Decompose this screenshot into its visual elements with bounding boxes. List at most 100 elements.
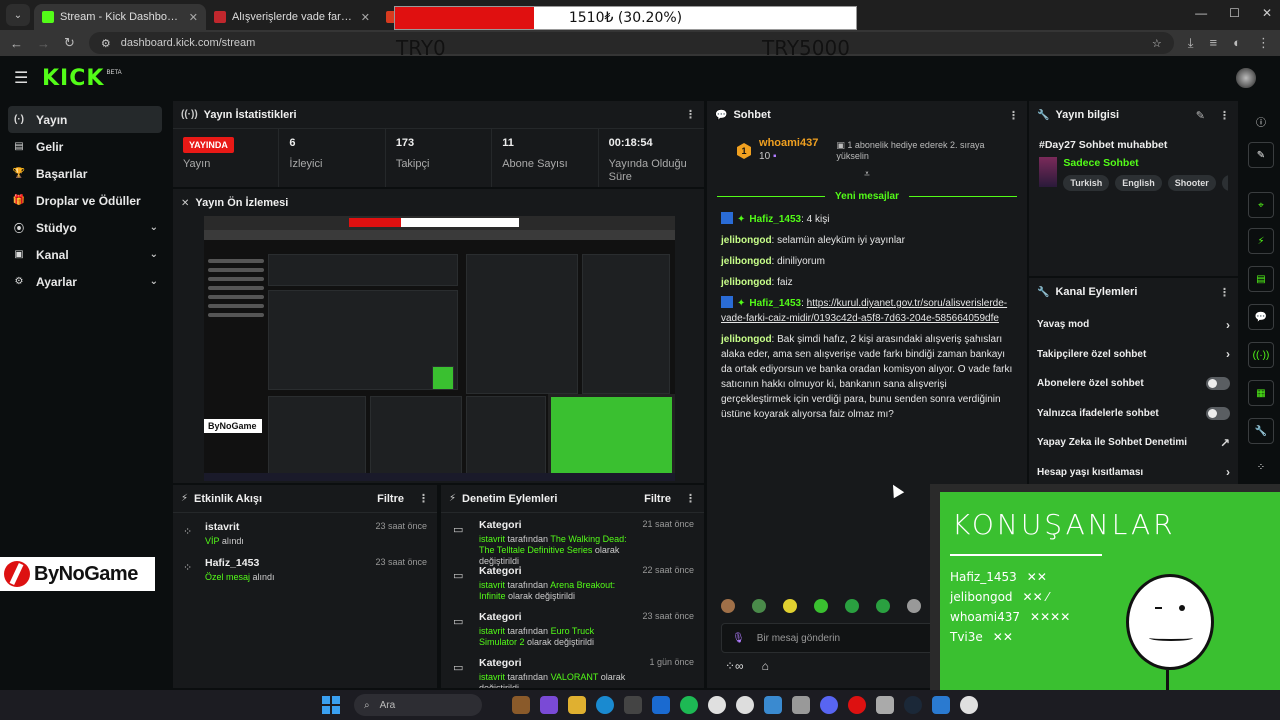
category-name[interactable]: Sadece Sohbet [1063,157,1228,169]
sidebar-item[interactable]: 🎁 Droplar ve Ödüller [8,187,162,214]
sidebar-item[interactable]: ▤ Gelir [8,133,162,160]
layout-icon[interactable]: ▦ [1248,380,1274,406]
reload-icon[interactable]: ↻ [64,35,75,51]
browser-tab[interactable]: Stream - Kick Dashboard ✕ [34,4,206,30]
spotify-icon[interactable] [680,696,698,714]
chat-username[interactable]: Hafiz_1453 [749,298,801,309]
activity-user[interactable]: Hafiz_1453 [205,557,367,569]
info-menu-icon[interactable]: ⋮ [1219,109,1230,122]
app-icon[interactable] [512,696,530,714]
app-icon[interactable] [876,696,894,714]
target-icon[interactable]: ⌖ [1248,192,1274,218]
document-icon[interactable]: ▤ [1248,266,1274,292]
chevron-right-icon[interactable]: › [1226,465,1230,479]
chat-bubble-icon[interactable]: 💬 [1248,304,1274,330]
channel-action-item[interactable]: Yalnızca ifadelerle sohbet [1029,399,1238,429]
emote-icon[interactable] [907,599,921,613]
opera-icon[interactable] [848,696,866,714]
sidebar-item[interactable]: ⚙ Ayarlar ⌄ [8,268,162,295]
broadcast-icon[interactable]: ((·)) [1248,342,1274,368]
gift-user[interactable]: whoami437 [759,137,818,149]
chat-username[interactable]: jelibongod [721,256,772,267]
bookmark-star-icon[interactable]: ☆ [1152,37,1162,50]
address-bar[interactable]: ⚙ dashboard.kick.com/stream ☆ [88,32,1174,54]
close-icon[interactable]: ✕ [1262,6,1272,20]
emote-icon[interactable] [814,599,828,613]
file-explorer-icon[interactable] [568,696,586,714]
back-icon[interactable]: ← [10,36,23,51]
sidebar-item[interactable]: ▣ Kanal ⌄ [8,241,162,268]
emote-icon[interactable] [721,599,735,613]
edge-icon[interactable] [596,696,614,714]
site-info-icon[interactable]: ⚙ [101,37,111,50]
activity-menu-icon[interactable]: ⋮ [418,492,429,505]
copilot-icon[interactable] [540,696,558,714]
extension-icon[interactable]: ◐ [1233,35,1241,51]
tab-search-dropdown[interactable]: ⌄ [6,4,30,26]
activity-user[interactable]: istavrit [205,521,367,533]
moderator-name[interactable]: istavrit [479,534,505,544]
channel-action-item[interactable]: Yapay Zeka ile Sohbet Denetimi ↗ [1029,428,1238,458]
mic-icon[interactable]: 🎙 [732,633,745,644]
tab-close-icon[interactable]: ✕ [361,11,370,24]
chevron-right-icon[interactable]: › [1226,318,1230,332]
emote-icon[interactable] [876,599,890,613]
store-icon[interactable]: ⌂ [762,659,769,673]
taskbar-search[interactable]: ⌕ Ara [354,694,482,716]
toggle-switch[interactable] [1206,377,1230,391]
info-icon[interactable]: ⓘ [1248,108,1274,134]
moderator-name[interactable]: istavrit [479,626,505,636]
edit-icon[interactable]: ✎ [1196,109,1205,122]
channel-action-item[interactable]: Abonelere özel sohbet [1029,369,1238,399]
sidebar-item[interactable]: ⦿ Stüdyo ⌄ [8,214,162,241]
moderator-name[interactable]: istavrit [479,672,505,682]
wrench-icon[interactable]: 🔧 [1248,418,1274,444]
chevron-right-icon[interactable]: › [1226,347,1230,361]
outlook-icon[interactable] [652,696,670,714]
chrome-icon[interactable] [960,696,978,714]
steam-icon[interactable] [904,696,922,714]
chevron-down-icon[interactable]: ⌄ [150,276,158,287]
chat-username[interactable]: jelibongod [721,277,772,288]
channel-action-item[interactable]: Takipçilere özel sohbet › [1029,340,1238,370]
hamburger-menu-icon[interactable]: ☰ [14,68,28,88]
stream-preview-video[interactable]: ByNoGame [204,216,675,481]
category-thumbnail[interactable] [1039,157,1058,187]
emote-icon[interactable] [752,599,766,613]
chat-menu-icon[interactable]: ⋮ [1008,109,1019,122]
chat-username[interactable]: Hafiz_1453 [749,214,801,225]
discord-icon[interactable] [820,696,838,714]
stats-menu-icon[interactable]: ⋮ [685,108,696,121]
new-messages-divider[interactable]: Yeni mesajlar [707,186,1027,206]
moderator-name[interactable]: istavrit [479,580,505,590]
channel-action-item[interactable]: Yavaş mod › [1029,310,1238,340]
media-controls-icon[interactable]: ≡ [1210,35,1218,51]
app-icon[interactable] [792,696,810,714]
stream-tag[interactable]: Türkç [1221,175,1228,191]
chat-username[interactable]: jelibongod [721,235,772,246]
kick-points-icon[interactable]: ⁘∞ [725,659,744,673]
forward-icon[interactable]: → [37,36,50,51]
browser-tab[interactable]: Alışverişlerde vade farkı caiz mi ✕ [206,4,378,30]
emote-icon[interactable] [845,599,859,613]
emote-icon[interactable] [783,599,797,613]
app-icon[interactable] [932,696,950,714]
app-icon[interactable] [624,696,642,714]
sidebar-item[interactable]: 🏆 Başarılar [8,160,162,187]
stream-tag[interactable]: Shooter [1167,175,1216,191]
download-icon[interactable]: ⤓ [1188,35,1194,51]
app-icon[interactable] [736,696,754,714]
sidebar-item[interactable]: (·) Yayın [8,106,162,133]
profile-avatar[interactable] [1236,68,1256,88]
channel-actions-menu-icon[interactable]: ⋮ [1219,286,1230,299]
chrome-icon[interactable] [708,696,726,714]
browser-menu-icon[interactable]: ⋮ [1257,35,1270,51]
tab-close-icon[interactable]: ✕ [189,11,198,24]
toggle-switch[interactable] [1206,406,1230,420]
minimize-icon[interactable]: — [1195,6,1207,20]
external-link-icon[interactable]: ↗ [1220,436,1230,450]
kick-logo[interactable]: KICK [42,66,104,91]
more-icon[interactable]: ⁘ [1248,454,1274,480]
lightning-icon[interactable]: ⚡ [1248,228,1274,254]
channel-action-item[interactable]: Hesap yaşı kısıtlaması › [1029,458,1238,488]
